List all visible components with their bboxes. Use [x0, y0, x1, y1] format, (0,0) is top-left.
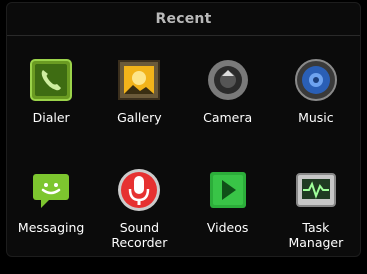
app-messaging[interactable]: Messaging	[7, 164, 95, 274]
app-camera[interactable]: Camera	[184, 54, 272, 164]
microphone-icon	[113, 164, 165, 216]
app-dialer[interactable]: Dialer	[7, 54, 95, 164]
app-label: Dialer	[32, 110, 70, 125]
app-label: Messaging	[17, 220, 85, 235]
music-speaker-icon	[290, 54, 342, 106]
messaging-icon	[25, 164, 77, 216]
gallery-icon	[113, 54, 165, 106]
dialog-title: Recent	[7, 3, 360, 36]
app-label: Videos	[206, 220, 249, 235]
app-label: Music	[298, 110, 334, 125]
camera-icon	[202, 54, 254, 106]
app-music[interactable]: Music	[272, 54, 360, 164]
task-monitor-icon	[290, 164, 342, 216]
recent-apps-dialog: Recent Dialer Gallery Camera Music Messa…	[6, 2, 361, 257]
recent-apps-grid: Dialer Gallery Camera Music Messaging So…	[7, 36, 360, 274]
app-label: Camera	[203, 110, 253, 125]
app-label: Task Manager	[288, 220, 344, 250]
app-label: Sound Recorder	[111, 220, 168, 250]
app-label: Gallery	[117, 110, 162, 125]
app-videos[interactable]: Videos	[184, 164, 272, 274]
phone-icon	[25, 54, 77, 106]
app-gallery[interactable]: Gallery	[95, 54, 183, 164]
app-task-manager[interactable]: Task Manager	[272, 164, 360, 274]
app-sound-recorder[interactable]: Sound Recorder	[95, 164, 183, 274]
play-icon	[202, 164, 254, 216]
